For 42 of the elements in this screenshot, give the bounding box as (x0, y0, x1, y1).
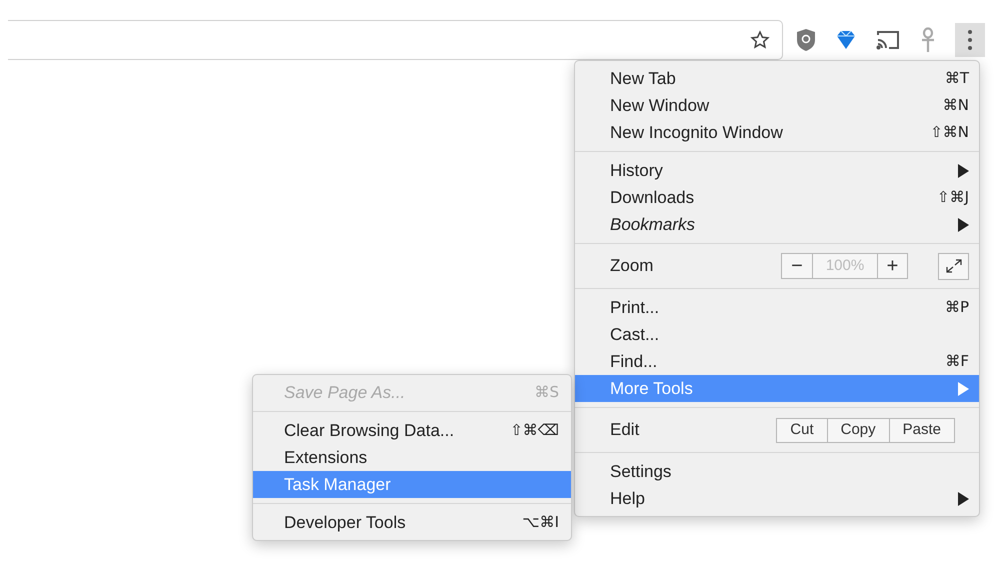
shortcut-label: ⇧⌘J (937, 187, 969, 208)
shortcut-label: ⌘F (945, 351, 969, 372)
menu-item[interactable]: Find... ⌘F (575, 348, 979, 375)
expand-icon (944, 258, 962, 274)
shortcut-label: ⌥⌘I (522, 512, 559, 534)
menu-item[interactable]: Settings (575, 458, 979, 485)
menu-item[interactable]: Cast... (575, 321, 979, 348)
star-icon[interactable] (750, 30, 770, 50)
submenu-arrow-icon (957, 164, 969, 178)
diamond-icon[interactable] (835, 29, 857, 51)
cast-icon[interactable] (875, 29, 901, 51)
edit-button[interactable]: Paste (888, 418, 954, 442)
shortcut-label: ⌘P (944, 297, 969, 318)
shortcut-label: ⌘T (944, 68, 969, 90)
shield-icon[interactable] (795, 28, 817, 52)
submenu-arrow-icon (957, 382, 969, 396)
menu-item[interactable]: Bookmarks (575, 211, 979, 238)
shortcut-label: ⇧⌘N (930, 122, 969, 144)
menu-item[interactable]: Print... ⌘P (575, 294, 979, 321)
zoom-in-button[interactable]: + (877, 254, 907, 278)
shortcut-label: ⌘S (534, 382, 559, 404)
menu-item[interactable]: New Incognito Window ⇧⌘N (575, 119, 979, 146)
shortcut-label: ⇧⌘⌫ (510, 420, 559, 442)
menu-item[interactable]: Extensions (253, 444, 571, 471)
menu-item[interactable]: Clear Browsing Data... ⇧⌘⌫ (253, 417, 571, 444)
menu-item[interactable]: History (575, 157, 979, 184)
submenu-arrow-icon (957, 492, 969, 506)
menu-item[interactable]: Help (575, 485, 979, 512)
zoom-out-button[interactable]: − (782, 254, 813, 278)
menu-item[interactable]: Developer Tools ⌥⌘I (253, 509, 571, 536)
edit-button[interactable]: Cut (777, 418, 827, 442)
zoom-label: Zoom (610, 255, 654, 278)
fullscreen-button[interactable] (938, 252, 969, 280)
menu-item[interactable]: New Tab ⌘T (575, 65, 979, 92)
submenu-arrow-icon (957, 218, 969, 232)
zoom-level: 100% (824, 256, 866, 276)
edit-label: Edit (610, 419, 640, 442)
menu-item[interactable]: Downloads ⇧⌘J (575, 184, 979, 211)
menu-button[interactable] (955, 23, 985, 57)
shortcut-label: ⌘N (942, 95, 969, 116)
edit-button[interactable]: Copy (826, 418, 889, 442)
menu-item[interactable]: New Window ⌘N (575, 92, 979, 119)
